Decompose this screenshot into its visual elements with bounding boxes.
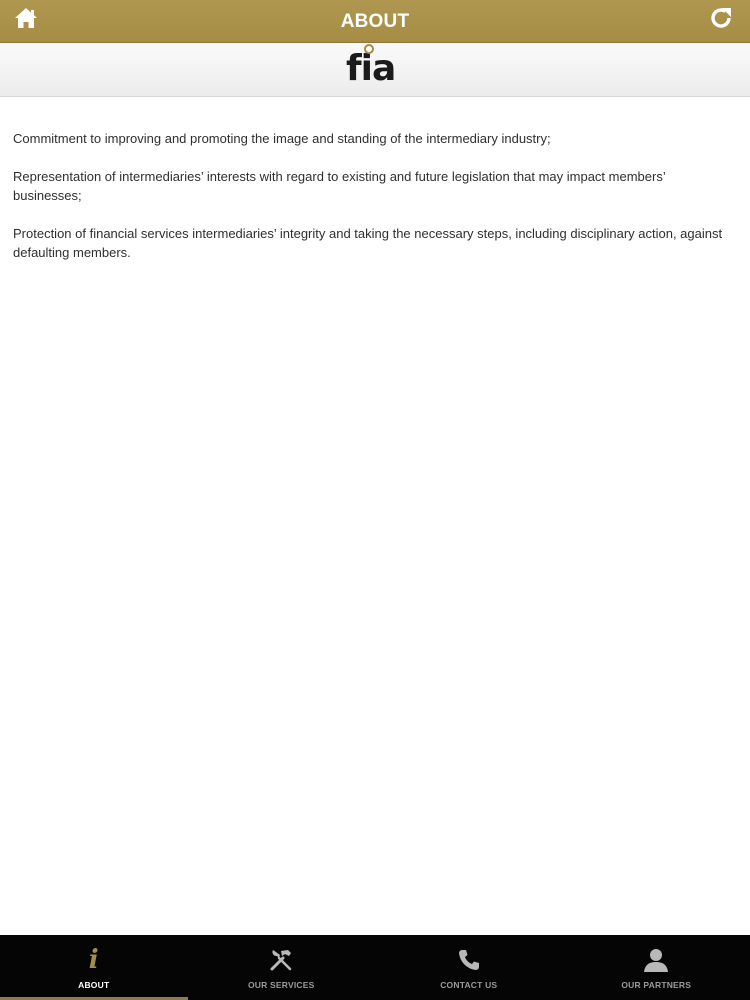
about-content: Commitment to improving and promoting th… [13,129,737,281]
top-navigation-bar: ABOUT [0,0,750,43]
tab-about[interactable]: i ABOUT [0,935,188,1000]
app-screen: ABOUT fia Commitment to improving and pr… [0,0,750,1000]
tab-label: ABOUT [78,980,110,990]
person-icon [641,945,671,975]
refresh-button[interactable] [704,5,738,31]
about-paragraph: Representation of intermediaries’ intere… [13,169,666,203]
page-title: ABOUT [340,11,410,32]
tools-icon [266,945,296,975]
tab-label: OUR PARTNERS [621,980,692,990]
fia-logo: fia [342,43,408,93]
logo-dot-icon [364,44,374,54]
about-paragraph: Protection of financial services interme… [13,226,723,260]
tab-contact-us[interactable]: CONTACT US [375,935,563,1000]
logo-banner: fia [0,43,750,97]
tab-our-partners[interactable]: OUR PARTNERS [563,935,750,1000]
tab-label: CONTACT US [440,980,498,990]
phone-icon [454,945,484,975]
tab-label: OUR SERVICES [248,980,315,990]
refresh-icon [711,8,731,28]
about-paragraph: Commitment to improving and promoting th… [13,131,551,146]
tab-our-services[interactable]: OUR SERVICES [188,935,376,1000]
info-icon: i [88,945,99,975]
bottom-tab-bar: i ABOUT OUR SERVICES CONTACT US OUR PART… [0,935,750,1000]
